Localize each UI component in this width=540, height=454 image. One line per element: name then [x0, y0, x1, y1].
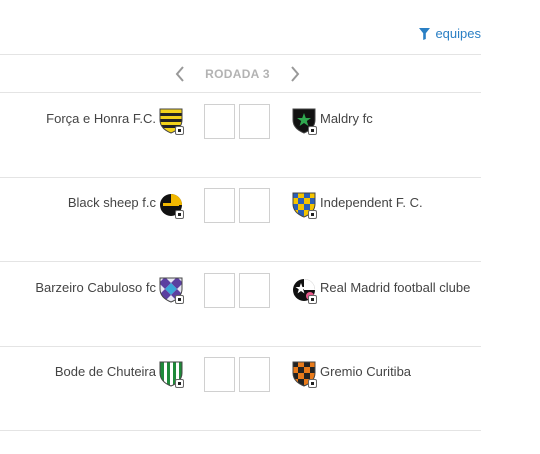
teams-filter-label: equipes	[435, 26, 481, 41]
chevron-right-icon	[291, 66, 300, 82]
away-team-name: Real Madrid football clube	[320, 280, 471, 295]
home-team-name: Black sheep f.c	[67, 195, 156, 210]
home-team-name: Força e Honra F.C.	[46, 111, 156, 126]
chevron-left-icon	[175, 66, 184, 82]
away-team-name: Maldry fc	[320, 111, 373, 126]
round-black-yellow-shield-icon	[159, 192, 184, 219]
match-row: Bode de Chuteira Gremio Curitiba	[0, 346, 481, 430]
home-score-input[interactable]	[204, 188, 235, 223]
green-stripes-shield-icon	[159, 361, 184, 388]
home-score-input[interactable]	[204, 104, 235, 139]
away-score-input[interactable]	[239, 273, 270, 308]
black-star-shield-icon	[292, 277, 317, 304]
away-score-input[interactable]	[239, 357, 270, 392]
home-score-input[interactable]	[204, 273, 235, 308]
striped-shield-icon	[159, 108, 184, 135]
round-navigation: RODADA 3	[171, 64, 304, 84]
filter-icon	[419, 27, 431, 40]
home-team-name: Bode de Chuteira	[54, 364, 156, 379]
previous-round-button[interactable]	[171, 64, 189, 84]
round-panel: equipes RODADA 3 Força e Honra F.C. Mald…	[0, 0, 481, 454]
away-score-input[interactable]	[239, 104, 270, 139]
divider	[0, 54, 481, 55]
round-title: RODADA 3	[205, 67, 270, 81]
next-round-button[interactable]	[286, 64, 304, 84]
teams-filter-button[interactable]: equipes	[419, 26, 481, 41]
match-row: Barzeiro Cabuloso fc Real Madrid footbal…	[0, 262, 481, 346]
home-team-name: Barzeiro Cabuloso fc	[35, 280, 156, 295]
diamond-pattern-shield-icon	[159, 277, 184, 304]
away-team-name: Gremio Curitiba	[320, 364, 412, 379]
divider	[0, 430, 481, 431]
checkered-shield-icon	[292, 192, 317, 219]
away-team-name: Independent F. C.	[320, 195, 423, 210]
match-row: Black sheep f.c Independent F. C.	[0, 177, 481, 261]
away-score-input[interactable]	[239, 188, 270, 223]
home-score-input[interactable]	[204, 357, 235, 392]
orange-checkered-shield-icon	[292, 361, 317, 388]
match-row: Força e Honra F.C. Maldry fc	[0, 93, 481, 177]
green-star-shield-icon	[292, 108, 317, 135]
